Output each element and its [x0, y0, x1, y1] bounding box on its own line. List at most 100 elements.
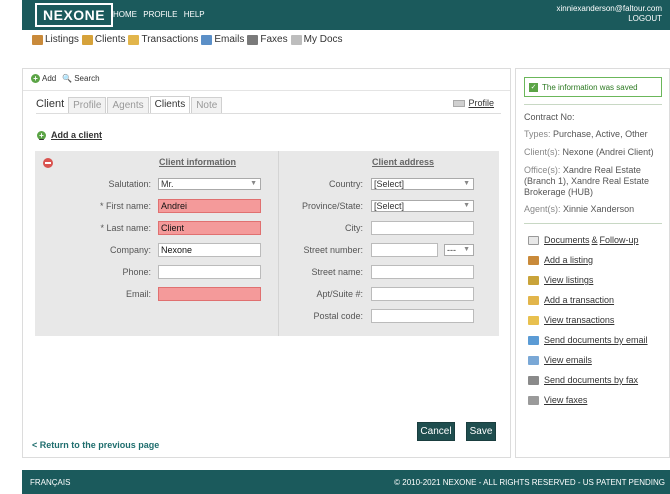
types-row: Types: Purchase, Active, Other [524, 129, 648, 139]
clients-icon [81, 34, 93, 45]
tab-profile[interactable]: Profile [68, 97, 107, 113]
view-transactions-link[interactable]: View transactions [528, 315, 614, 325]
faxes-icon [528, 395, 539, 405]
top-nav: HOME PROFILE HELP [113, 10, 209, 19]
company-label: Company: [109, 245, 151, 255]
tab-note[interactable]: Note [191, 97, 223, 113]
search-button[interactable]: 🔍 Search [62, 74, 99, 83]
salutation-label: Salutation: [108, 179, 151, 189]
chevron-down-icon: ▼ [250, 180, 257, 187]
view-listings-link[interactable]: View listings [528, 275, 593, 285]
documents-link[interactable]: Documents [544, 235, 590, 245]
emails-icon [528, 355, 539, 365]
street-number-input[interactable] [371, 243, 438, 257]
document-icon [528, 235, 539, 245]
street-name-input[interactable] [371, 265, 474, 279]
tab-agents[interactable]: Agents [107, 97, 149, 113]
nav-home[interactable]: HOME [113, 10, 137, 19]
return-link[interactable]: < Return to the previous page [32, 440, 159, 450]
footer: FRANÇAIS © 2010-2021 NEXONE - ALL RIGHTS… [22, 470, 670, 494]
saved-notice: ✓ The information was saved [524, 77, 662, 97]
docs-icon [290, 34, 302, 45]
email-input[interactable] [158, 287, 261, 301]
nav-help[interactable]: HELP [184, 10, 205, 19]
copyright: © 2010-2021 NEXONE - ALL RIGHTS RESERVED… [394, 478, 665, 487]
last-name-label: * Last name: [100, 223, 151, 233]
city-input[interactable] [371, 221, 474, 235]
apt-input[interactable] [371, 287, 474, 301]
nav-listings[interactable]: Listings [32, 34, 79, 45]
province-select[interactable]: [Select] ▼ [371, 200, 474, 212]
offices-row: Office(s): Xandre Real Estate (Branch 1)… [524, 165, 650, 197]
tab-title: Client [36, 98, 65, 110]
country-label: Country: [328, 179, 363, 189]
nav-profile[interactable]: PROFILE [143, 10, 177, 19]
nav-clients[interactable]: Clients [81, 34, 125, 45]
add-listing-link[interactable]: Add a listing [528, 255, 593, 265]
email-label: Email: [125, 289, 151, 299]
company-input[interactable]: Nexone [158, 243, 261, 257]
fax-send-icon [528, 375, 539, 385]
city-label: City: [345, 223, 363, 233]
house-add-icon [528, 255, 539, 265]
chevron-down-icon: ▼ [463, 202, 470, 209]
nav-my-docs[interactable]: My Docs [290, 34, 343, 45]
first-name-input[interactable]: Andrei [158, 199, 261, 213]
postal-code-input[interactable] [371, 309, 474, 323]
house-icon [32, 34, 43, 45]
plus-icon: + [31, 74, 40, 83]
nav-faxes[interactable]: Faxes [247, 34, 288, 45]
nexone-logo[interactable]: NEXONE [35, 3, 114, 27]
first-name-label: * First name: [99, 201, 151, 211]
tab-clients[interactable]: Clients [149, 96, 191, 113]
check-icon: ✓ [529, 82, 538, 92]
view-faxes-link[interactable]: View faxes [528, 395, 587, 405]
sidebar: ✓ The information was saved Contract No:… [515, 68, 670, 458]
email-icon [201, 34, 213, 45]
cancel-button[interactable]: Cancel [417, 422, 455, 441]
remove-client-icon[interactable] [43, 158, 53, 168]
province-label: Province/State: [301, 201, 363, 211]
phone-input[interactable] [158, 265, 261, 279]
nav-transactions[interactable]: Transactions [128, 34, 198, 45]
email-doc-icon [528, 335, 539, 345]
profile-link[interactable]: Profile [453, 98, 494, 108]
nav-emails[interactable]: Emails [201, 34, 244, 45]
folder-add-icon [528, 295, 539, 305]
add-button[interactable]: + Add [31, 74, 56, 83]
last-name-input[interactable]: Client [158, 221, 261, 235]
listings-icon [528, 275, 539, 285]
search-icon: 🔍 [62, 74, 73, 83]
logout-link[interactable]: LOGOUT [556, 14, 662, 24]
add-transaction-link[interactable]: Add a transaction [528, 295, 614, 305]
folder-view-icon [528, 315, 539, 325]
postal-code-label: Postal code: [313, 311, 363, 321]
amp: & [591, 235, 598, 245]
card-icon [453, 99, 466, 107]
tab-bar: Client Profile Agents Clients Note [36, 96, 223, 113]
view-emails-link[interactable]: View emails [528, 355, 592, 365]
client-address-heading: Client address [372, 157, 435, 167]
street-suffix-select[interactable]: --- ▼ [444, 244, 474, 256]
sidebar-divider [524, 223, 662, 224]
chevron-down-icon: ▼ [463, 246, 470, 253]
save-button[interactable]: Save [466, 422, 496, 441]
send-docs-email-link[interactable]: Send documents by email [528, 335, 648, 345]
add-icon: + [37, 130, 46, 140]
send-docs-fax-link[interactable]: Send documents by fax [528, 375, 638, 385]
add-client-link[interactable]: + Add a client [37, 130, 102, 140]
main-panel: + Add 🔍 Search Client Profile Agents Clien… [22, 68, 511, 458]
country-select[interactable]: [Select] ▼ [371, 178, 474, 190]
followup-link[interactable]: Follow-up [600, 235, 639, 245]
folder-icon [128, 34, 140, 45]
documents-followup: Documents & Follow-up [528, 235, 639, 245]
sidebar-divider [524, 104, 662, 105]
toolbar-divider [23, 90, 510, 91]
agents-row: Agent(s): Xinnie Xanderson [524, 204, 635, 214]
clients-row: Client(s): Nexone (Andrei Client) [524, 147, 654, 157]
contract-label: Contract No: [524, 112, 575, 122]
salutation-select[interactable]: Mr. ▼ [158, 178, 261, 190]
language-link[interactable]: FRANÇAIS [30, 478, 70, 487]
client-form: Client information Client address Saluta… [35, 151, 499, 336]
account-email: xinniexanderson@faltour.com [556, 4, 662, 13]
